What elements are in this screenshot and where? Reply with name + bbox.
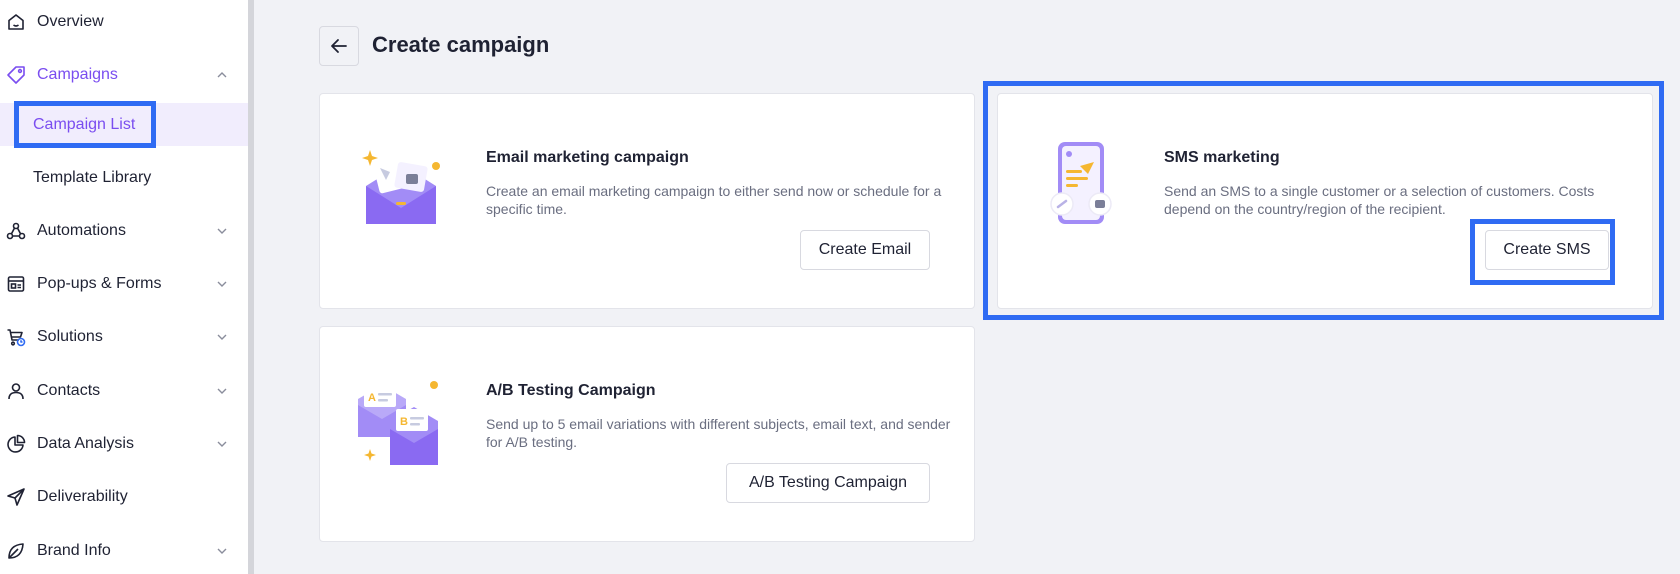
sidebar-item-data-analysis[interactable]: Data Analysis (0, 424, 248, 464)
card-title: Email marketing campaign (486, 149, 689, 166)
sidebar-subitem-label: Campaign List (33, 115, 136, 133)
card-title: SMS marketing (1164, 149, 1280, 166)
svg-text:A: A (368, 392, 376, 404)
leaf-icon (6, 541, 26, 561)
cart-icon (6, 327, 26, 347)
send-icon (6, 487, 26, 507)
chevron-down-icon[interactable] (216, 278, 228, 290)
card-description: Send an SMS to a single customer or a se… (1164, 183, 1595, 217)
sidebar-scrollbar[interactable] (248, 0, 254, 574)
chevron-down-icon[interactable] (216, 385, 228, 397)
ab-testing-campaign-button[interactable]: A/B Testing Campaign (726, 463, 930, 503)
sidebar-item-label: Pop-ups & Forms (37, 275, 162, 292)
email-illustration-icon (356, 142, 446, 232)
sidebar-item-label: Campaigns (37, 66, 118, 83)
card-description: Send up to 5 email variations with diffe… (486, 416, 951, 450)
sidebar-item-label: Solutions (37, 328, 103, 345)
sidebar-item-popups-forms[interactable]: Pop-ups & Forms (0, 264, 248, 304)
sidebar-subitem-campaign-list[interactable]: Campaign List (0, 103, 248, 146)
sidebar-item-contacts[interactable]: Contacts (0, 371, 248, 411)
sidebar-item-label: Automations (37, 222, 126, 239)
sidebar-item-brand-info[interactable]: Brand Info (0, 531, 248, 571)
create-sms-button[interactable]: Create SMS (1485, 230, 1609, 270)
chevron-down-icon[interactable] (216, 438, 228, 450)
page-title: Create campaign (372, 32, 550, 57)
sidebar-item-label: Overview (37, 13, 104, 30)
sidebar-subitem-template-library[interactable]: Template Library (0, 156, 248, 199)
automation-icon (6, 221, 26, 241)
sidebar-item-campaigns[interactable]: Campaigns (0, 55, 248, 95)
chevron-up-icon[interactable] (216, 69, 228, 81)
back-button[interactable] (319, 26, 359, 66)
sidebar-item-label: Deliverability (37, 488, 128, 505)
sidebar: Overview Campaigns Campaign List Templat… (0, 0, 248, 574)
card-description: Create an email marketing campaign to ei… (486, 183, 942, 217)
sidebar-item-label: Contacts (37, 382, 101, 399)
email-campaign-card[interactable]: Email marketing campaign Create an email… (319, 93, 975, 309)
card-title: A/B Testing Campaign (486, 382, 656, 399)
tag-icon (6, 65, 26, 85)
form-icon (6, 274, 26, 294)
create-email-button[interactable]: Create Email (800, 230, 930, 270)
pie-chart-icon (6, 434, 26, 454)
chevron-down-icon[interactable] (216, 331, 228, 343)
sms-illustration-icon (1034, 142, 1124, 232)
chevron-down-icon[interactable] (216, 225, 228, 237)
chevron-down-icon[interactable] (216, 545, 228, 557)
sidebar-item-solutions[interactable]: Solutions (0, 317, 248, 357)
sidebar-item-label: Brand Info (37, 542, 111, 559)
sms-campaign-card[interactable]: SMS marketing Send an SMS to a single cu… (997, 93, 1653, 309)
sidebar-item-deliverability[interactable]: Deliverability (0, 477, 248, 517)
sidebar-item-label: Data Analysis (37, 435, 134, 452)
sidebar-subitem-label: Template Library (33, 168, 152, 186)
home-icon (6, 12, 26, 32)
ab-testing-campaign-card[interactable]: A B A/B Testing Campaign Send up to 5 em… (319, 326, 975, 542)
svg-text:B: B (400, 416, 408, 428)
ab-testing-illustration-icon: A B (356, 375, 446, 465)
sidebar-item-automations[interactable]: Automations (0, 211, 248, 251)
arrow-left-icon (331, 39, 347, 53)
user-icon (6, 381, 26, 401)
sidebar-item-overview[interactable]: Overview (0, 2, 248, 42)
